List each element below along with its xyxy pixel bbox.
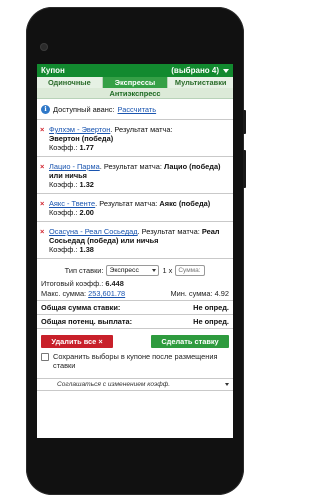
bet-item: × Лацио - Парма. Результат матча: Лацио … <box>37 157 233 194</box>
remove-bet-icon[interactable]: × <box>40 125 44 134</box>
result-prefix: . Результат матча: <box>95 199 158 208</box>
save-selections-row[interactable]: Сохранить выборы в купоне после размещен… <box>37 352 233 378</box>
koef-value: 2.00 <box>79 208 94 217</box>
bet-item: × Фулхэм - Эвертон. Результат матча: Эве… <box>37 120 233 157</box>
koef-value: 1.32 <box>79 180 94 189</box>
calculate-link[interactable]: Рассчитать <box>118 105 157 114</box>
koef-label: Коэфф.: <box>49 143 78 152</box>
match-link[interactable]: Осасуна - Реал Сосьедад <box>49 227 138 236</box>
advance-label: Доступный аванс: <box>53 104 115 114</box>
coupon-header[interactable]: Купон (выбрано 4) <box>37 64 233 77</box>
total-bet-label: Общая сумма ставки: <box>41 303 121 312</box>
remove-bet-icon[interactable]: × <box>40 227 44 236</box>
bottom-strip <box>37 390 233 398</box>
multiplier-label: 1 x <box>162 265 173 275</box>
close-icon: × <box>98 337 103 346</box>
bet-pick: Аякс (победа) <box>159 199 211 208</box>
bet-type-label: Тип ставки: <box>64 265 104 275</box>
result-prefix: . Результат матча: <box>110 125 173 134</box>
make-bet-button[interactable]: Сделать ставку <box>151 335 229 348</box>
chevron-down-icon <box>152 268 157 272</box>
coupon-title: Купон <box>41 66 65 75</box>
info-icon[interactable]: i <box>41 104 50 114</box>
max-sum-link[interactable]: 253,601.78 <box>88 289 125 298</box>
min-sum-value: 4.92 <box>214 288 229 298</box>
save-selections-label: Сохранить выборы в купоне после размещен… <box>53 352 218 370</box>
chevron-down-icon[interactable] <box>223 68 229 73</box>
volume-button <box>243 150 246 188</box>
tab-express[interactable]: Экспрессы <box>102 77 169 88</box>
min-sum-label: Мин. сумма: <box>170 288 213 298</box>
koef-label: Коэфф.: <box>49 245 78 254</box>
remove-bet-icon[interactable]: × <box>40 199 44 208</box>
max-sum-label: Макс. сумма: <box>41 288 87 298</box>
koef-label: Коэфф.: <box>49 180 78 189</box>
match-link[interactable]: Лацио - Парма <box>49 162 100 171</box>
advance-row: i Доступный аванс: Рассчитать <box>37 99 233 119</box>
result-prefix: . Результат матча: <box>137 227 200 236</box>
result-prefix: . Результат матча: <box>99 162 162 171</box>
bet-type-value: Экспресс <box>109 266 139 274</box>
total-payout-value: Не опред. <box>193 317 229 326</box>
bet-pick: Эвертон (победа) <box>49 134 114 143</box>
camera-icon <box>40 43 48 51</box>
tab-singles[interactable]: Одиночные <box>37 77 103 88</box>
total-koef-label: Итоговый коэфф.: <box>41 278 104 288</box>
coupon-screen: Купон (выбрано 4) Одиночные Экспрессы Му… <box>37 64 233 438</box>
save-selections-checkbox[interactable] <box>41 353 49 361</box>
bet-params: Тип ставки: Экспресс 1 x Сумма: Итоговый… <box>37 259 233 301</box>
bet-list: × Фулхэм - Эвертон. Результат матча: Эве… <box>37 119 233 259</box>
antiexpress-bar[interactable]: Антиэкспресс <box>37 88 233 99</box>
action-buttons: Удалить все × Сделать ставку <box>37 329 233 352</box>
sum-input[interactable]: Сумма: <box>175 264 206 276</box>
bet-type-tabs: Одиночные Экспрессы Мультиставки <box>37 77 233 88</box>
total-bet-value: Не опред. <box>193 303 229 312</box>
bet-item: × Аякс - Твенте. Результат матча: Аякс (… <box>37 194 233 222</box>
total-payout-label: Общая потенц. выплата: <box>41 317 133 326</box>
odds-change-select[interactable]: Соглашаться с изменением коэфф. <box>37 378 233 390</box>
delete-all-button[interactable]: Удалить все × <box>41 335 113 348</box>
odds-change-value: Соглашаться с изменением коэфф. <box>57 381 171 388</box>
selected-count: (выбрано 4) <box>171 66 219 75</box>
koef-value: 1.38 <box>79 245 94 254</box>
koef-value: 1.77 <box>79 143 94 152</box>
tab-multibets[interactable]: Мультиставки <box>168 77 233 88</box>
total-koef-value: 6.448 <box>105 278 124 288</box>
match-link[interactable]: Аякс - Твенте <box>49 199 95 208</box>
match-link[interactable]: Фулхэм - Эвертон <box>49 125 110 134</box>
chevron-down-icon <box>225 383 229 386</box>
delete-all-label: Удалить все <box>51 337 97 346</box>
koef-label: Коэфф.: <box>49 208 78 217</box>
power-button <box>243 110 246 134</box>
bet-type-select[interactable]: Экспресс <box>106 264 160 276</box>
totals: Общая сумма ставки: Не опред. Общая поте… <box>37 301 233 329</box>
bet-item: × Осасуна - Реал Сосьедад. Результат мат… <box>37 222 233 259</box>
remove-bet-icon[interactable]: × <box>40 162 44 171</box>
